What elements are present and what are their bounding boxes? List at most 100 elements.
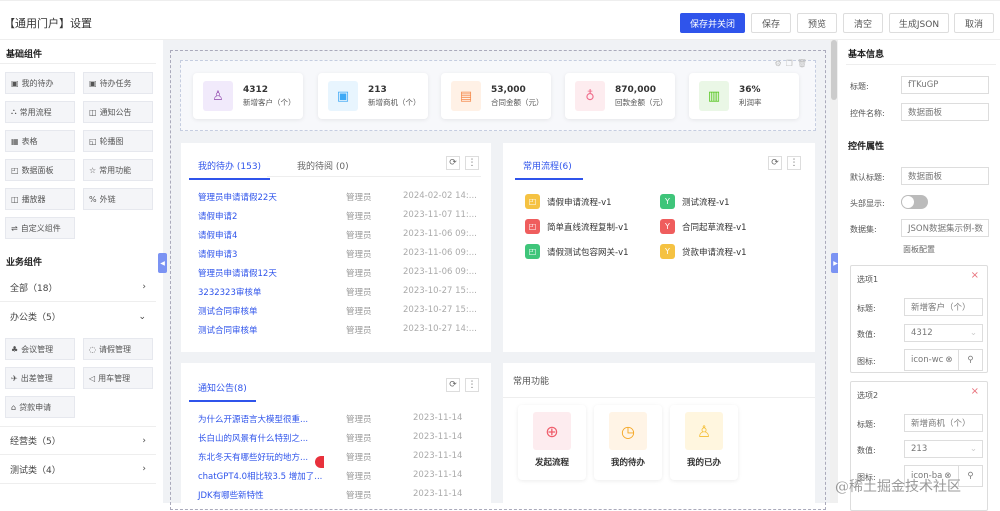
- todo-title[interactable]: 请假申请2: [198, 210, 237, 222]
- clear-button[interactable]: 清空: [843, 13, 883, 33]
- component-button[interactable]: ▣ 待办任务: [83, 72, 153, 94]
- dataset-select[interactable]: JSON数据集示例-数: [901, 219, 989, 237]
- function-card[interactable]: ♙ 我的已办: [670, 405, 738, 480]
- component-button[interactable]: ◰ 数据面板: [5, 159, 75, 181]
- more-icon[interactable]: ⋮: [465, 156, 479, 170]
- component-button[interactable]: ◫ 通知公告: [83, 101, 153, 123]
- process-item[interactable]: Y 贷款申请流程-v1: [660, 244, 747, 259]
- option-title-input[interactable]: 新增客户（个）: [904, 298, 983, 316]
- component-icon: ☆: [89, 165, 97, 175]
- delete-icon[interactable]: 🗑: [797, 59, 807, 68]
- todo-row[interactable]: 3232323审核单 管理员 2023-10-27 15:...: [181, 286, 481, 305]
- todo-row[interactable]: 测试合同审核单 管理员 2023-10-27 15:...: [181, 305, 481, 324]
- todo-title[interactable]: 管理员申请请假22天: [198, 191, 277, 203]
- copy-icon[interactable]: ❐: [786, 59, 793, 68]
- notice-row[interactable]: 为什么开源语言大模型很重... 管理员 2023-11-14: [181, 413, 481, 432]
- refresh-icon[interactable]: ⟳: [768, 156, 782, 170]
- notice-title[interactable]: chatGPT4.0相比较3.5 增加了...: [198, 470, 322, 482]
- generate-json-button[interactable]: 生成JSON: [889, 13, 949, 33]
- title-input[interactable]: fTKuGP: [901, 76, 989, 94]
- process-item[interactable]: ◰ 简单直线流程复制-v1: [525, 219, 629, 234]
- pick-icon-button[interactable]: ⚲: [958, 349, 983, 371]
- business-component-button[interactable]: ◌ 请假管理: [83, 338, 153, 360]
- notice-row[interactable]: chatGPT4.0相比较3.5 增加了... 管理员 2023-11-14: [181, 470, 481, 489]
- component-icon: ▣: [11, 78, 19, 88]
- tab-my-todo[interactable]: 我的待办 (153): [189, 159, 271, 180]
- function-card[interactable]: ◷ 我的待办: [594, 405, 662, 480]
- group-business[interactable]: 经营类（5） ›: [0, 426, 156, 455]
- option-name: 选项2: [857, 391, 879, 400]
- process-item[interactable]: Y 测试流程-v1: [660, 194, 730, 209]
- notice-title[interactable]: JDK有哪些新特性: [198, 489, 264, 501]
- option-title-input[interactable]: 新增商机（个）: [904, 414, 983, 432]
- group-office[interactable]: 办公类（5） ⌄: [0, 302, 156, 331]
- default-title-input[interactable]: 数据面板: [901, 167, 989, 185]
- notice-row[interactable]: 东北冬天有哪些好玩的地方... 管理员 2023-11-14: [181, 451, 481, 470]
- component-button[interactable]: ⛬ 常用流程: [5, 101, 75, 123]
- control-name-label: 控件名称:: [850, 109, 885, 118]
- remove-option-icon[interactable]: ×: [971, 386, 979, 397]
- preview-button[interactable]: 预览: [797, 13, 837, 33]
- widget-actions: ⚙ ❐ 🗑: [775, 59, 808, 68]
- notice-title[interactable]: 东北冬天有哪些好玩的地方...: [198, 451, 308, 463]
- header-show-toggle[interactable]: [901, 195, 928, 209]
- todo-title[interactable]: 测试合同审核单: [198, 324, 258, 336]
- todo-title[interactable]: 请假申请4: [198, 229, 237, 241]
- notice-title[interactable]: 长白山的风景有什么特别之...: [198, 432, 308, 444]
- business-component-button[interactable]: ⌂ 贷款申请: [5, 396, 75, 418]
- tab-notice[interactable]: 通知公告(8): [189, 381, 256, 402]
- business-component-button[interactable]: ✈ 出差管理: [5, 367, 75, 389]
- todo-row[interactable]: 测试合同审核单 管理员 2023-10-27 14:...: [181, 324, 481, 343]
- more-icon[interactable]: ⋮: [465, 378, 479, 392]
- process-icon: Y: [660, 194, 675, 209]
- todo-row[interactable]: 管理员申请请假22天 管理员 2024-02-02 14:...: [181, 191, 481, 210]
- notice-title[interactable]: 为什么开源语言大模型很重...: [198, 413, 308, 425]
- group-all[interactable]: 全部（18） ›: [0, 273, 156, 302]
- more-icon[interactable]: ⋮: [787, 156, 801, 170]
- clear-icon[interactable]: ⊗: [945, 355, 952, 365]
- stat-card: ♙ 4312 新增客户（个）: [193, 73, 303, 119]
- component-button[interactable]: ▦ 表格: [5, 130, 75, 152]
- option-value-select[interactable]: 213 ⌄: [904, 440, 983, 458]
- process-item[interactable]: Y 合同起草流程-v1: [660, 219, 747, 234]
- tab-my-toread[interactable]: 我的待阅 (0): [297, 159, 349, 172]
- todo-title[interactable]: 3232323审核单: [198, 286, 261, 298]
- component-button[interactable]: ▣ 我的待办: [5, 72, 75, 94]
- process-item[interactable]: ◰ 请假测试包容网关-v1: [525, 244, 629, 259]
- cancel-button[interactable]: 取消: [954, 13, 994, 33]
- component-button[interactable]: ⇌ 自定义组件: [5, 217, 75, 239]
- todo-title[interactable]: 测试合同审核单: [198, 305, 258, 317]
- settings-icon[interactable]: ⚙: [775, 59, 782, 68]
- business-component-button[interactable]: ◁ 用车管理: [83, 367, 153, 389]
- todo-row[interactable]: 请假申请2 管理员 2023-11-07 11:...: [181, 210, 481, 229]
- todo-row[interactable]: 请假申请4 管理员 2023-11-06 09:...: [181, 229, 481, 248]
- refresh-icon[interactable]: ⟳: [446, 156, 460, 170]
- group-test[interactable]: 测试类（4） ›: [0, 455, 156, 484]
- control-name-input[interactable]: 数据面板: [901, 103, 989, 121]
- option-icon-input[interactable]: icon-wc ⊗: [904, 349, 959, 371]
- todo-title[interactable]: 管理员申请请假12天: [198, 267, 277, 279]
- component-button[interactable]: ☆ 常用功能: [83, 159, 153, 181]
- option-value-select[interactable]: 4312 ⌄: [904, 324, 983, 342]
- component-button[interactable]: % 外链: [83, 188, 153, 210]
- business-component-button[interactable]: ♣ 会议管理: [5, 338, 75, 360]
- refresh-icon[interactable]: ⟳: [446, 378, 460, 392]
- component-button[interactable]: ◫ 播放器: [5, 188, 75, 210]
- tab-common-process[interactable]: 常用流程(6): [515, 159, 583, 180]
- todo-row[interactable]: 请假申请3 管理员 2023-11-06 09:...: [181, 248, 481, 267]
- component-label: 数据面板: [21, 165, 54, 175]
- save-button[interactable]: 保存: [751, 13, 791, 33]
- todo-row[interactable]: 管理员申请请假12天 管理员 2023-11-06 09:...: [181, 267, 481, 286]
- remove-option-icon[interactable]: ×: [971, 270, 979, 281]
- function-card[interactable]: ⊕ 发起流程: [518, 405, 586, 480]
- collapse-left-button[interactable]: ◀: [158, 253, 167, 273]
- notice-row[interactable]: 长白山的风景有什么特别之... 管理员 2023-11-14: [181, 432, 481, 451]
- save-close-button[interactable]: 保存并关闭: [680, 13, 745, 33]
- component-button[interactable]: ◱ 轮播图: [83, 130, 153, 152]
- process-icon: ◰: [525, 244, 540, 259]
- todo-title[interactable]: 请假申请3: [198, 248, 237, 260]
- process-item[interactable]: ◰ 请假申请流程-v1: [525, 194, 612, 209]
- component-label: 轮播图: [99, 136, 124, 146]
- pick-icon-button[interactable]: ⚲: [958, 465, 983, 487]
- notice-row[interactable]: JDK有哪些新特性 管理员 2023-11-14: [181, 489, 481, 508]
